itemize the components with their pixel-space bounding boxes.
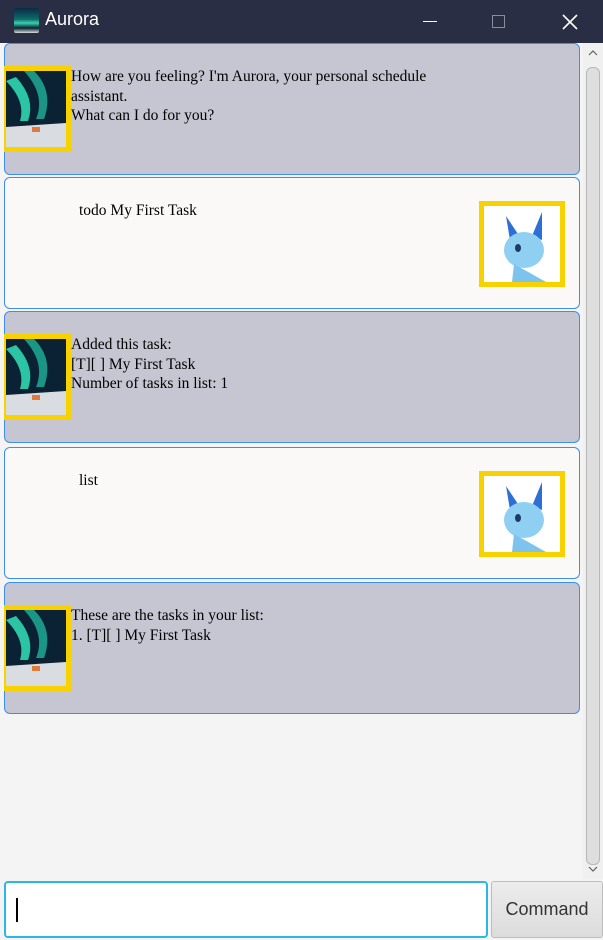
message-text: list — [79, 472, 98, 489]
chevron-down-icon — [588, 866, 598, 872]
close-icon — [562, 13, 578, 30]
aurora-avatar — [4, 66, 71, 152]
chat-scroll-pane[interactable]: How are you feeling? I'm Aurora, your pe… — [4, 43, 583, 879]
bot-message: Added this task: [T][ ] My First Task Nu… — [4, 311, 580, 443]
message-text: todo My First Task — [79, 202, 197, 219]
message-text: Added this task: [T][ ] My First Task Nu… — [71, 336, 229, 392]
scroll-thumb[interactable] — [586, 67, 600, 865]
chevron-up-icon — [588, 50, 598, 56]
title-bar: Aurora — [0, 0, 603, 43]
bot-message: These are the tasks in your list: 1. [T]… — [4, 582, 580, 714]
user-avatar — [479, 201, 565, 287]
close-button[interactable] — [540, 0, 600, 43]
message-text: These are the tasks in your list: 1. [T]… — [71, 607, 264, 644]
aurora-app-icon — [14, 8, 39, 33]
input-row: Command — [0, 879, 603, 940]
command-input[interactable] — [4, 881, 488, 938]
aurora-avatar — [4, 334, 71, 420]
minimize-icon — [423, 21, 437, 22]
scroll-down-button[interactable] — [583, 859, 603, 879]
message-text: How are you feeling? I'm Aurora, your pe… — [71, 68, 427, 124]
command-button[interactable]: Command — [491, 881, 603, 938]
bot-message: How are you feeling? I'm Aurora, your pe… — [4, 43, 580, 175]
scroll-up-button[interactable] — [583, 43, 603, 63]
maximize-icon — [491, 15, 505, 28]
text-caret — [16, 898, 18, 922]
user-message: list — [4, 447, 580, 579]
maximize-button[interactable] — [468, 0, 528, 43]
window-title: Aurora — [45, 9, 100, 29]
vertical-scrollbar[interactable] — [583, 43, 603, 879]
minimize-button[interactable] — [400, 0, 460, 43]
user-message: todo My First Task — [4, 177, 580, 309]
aurora-avatar — [4, 605, 71, 691]
user-avatar — [479, 471, 565, 557]
